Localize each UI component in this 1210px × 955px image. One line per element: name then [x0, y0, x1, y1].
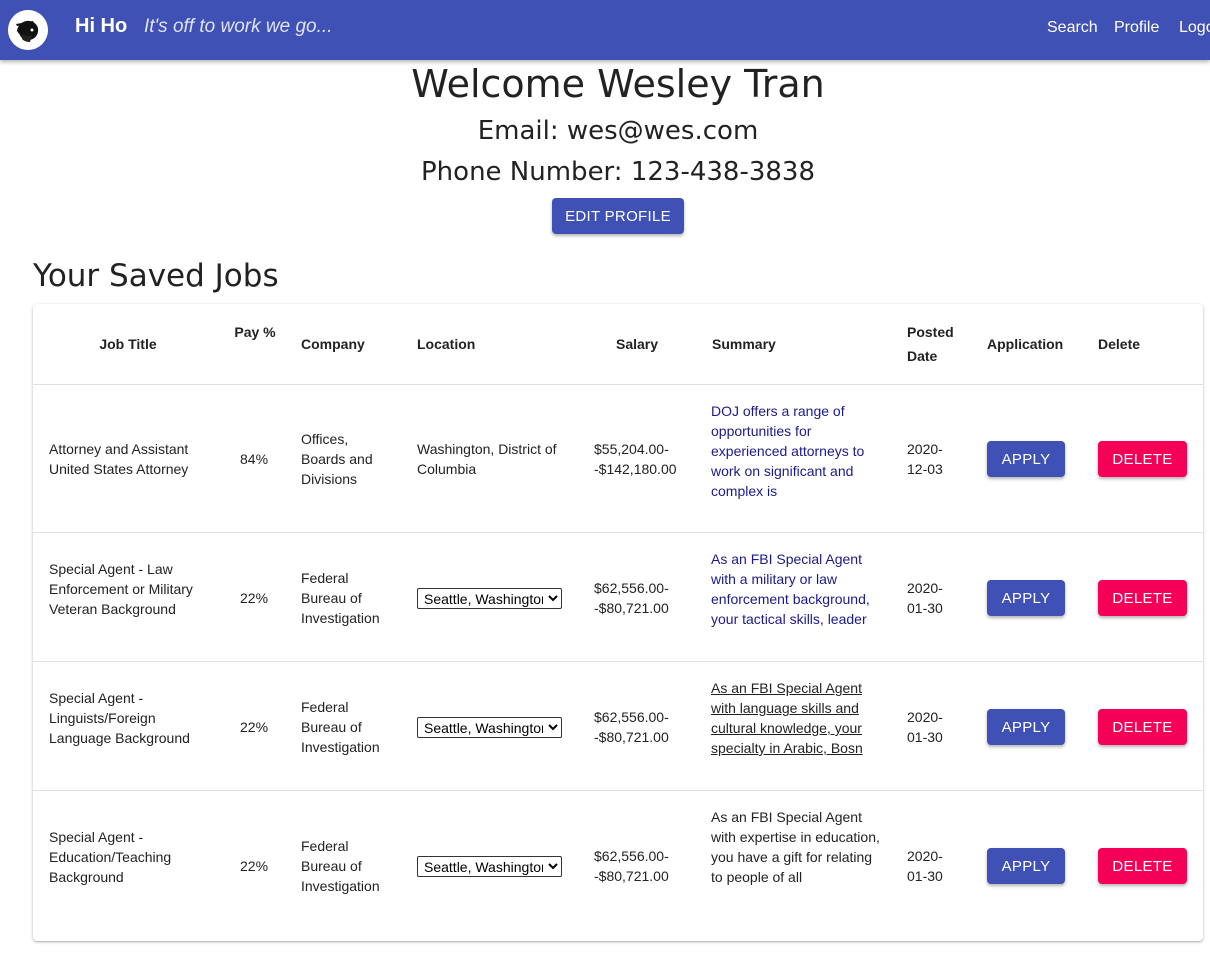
posted-date-cell: 2020-12-03	[907, 441, 943, 477]
header-posted-date: Posted Date	[907, 324, 954, 364]
salary-cell: $62,556.00--$80,721.00	[594, 580, 669, 616]
location-select[interactable]: Seattle, Washington	[417, 588, 562, 609]
location-select[interactable]: Seattle, Washington	[417, 856, 562, 877]
saved-jobs-title: Your Saved Jobs	[33, 258, 279, 294]
salary-cell: $62,556.00--$80,721.00	[594, 848, 669, 884]
table-header-row: Job Title Pay % Company Location Salary …	[33, 304, 1203, 385]
saved-jobs-table: Job Title Pay % Company Location Salary …	[33, 304, 1203, 941]
delete-button[interactable]: DELETE	[1098, 441, 1187, 477]
salary-cell: $55,204.00--$142,180.00	[594, 441, 677, 477]
header-delete: Delete	[1098, 336, 1141, 352]
header-pay: Pay %	[234, 324, 276, 340]
job-title-cell: Special Agent - Linguists/Foreign Langua…	[49, 690, 190, 746]
table-row: Attorney and Assistant United States Att…	[33, 385, 1203, 533]
profile-email: Email: wes@wes.com	[477, 116, 759, 146]
apply-button[interactable]: APPLY	[987, 848, 1065, 884]
location-select[interactable]: Seattle, Washington	[417, 717, 562, 738]
table-row: Special Agent - Law Enforcement or Milit…	[33, 533, 1203, 662]
tagline: It's off to work we go...	[144, 16, 333, 37]
table-row: Special Agent - Education/Teaching Backg…	[33, 791, 1203, 941]
dwarf-miner-logo-icon[interactable]	[8, 10, 48, 50]
pay-cell: 22%	[240, 590, 269, 606]
table-row: Special Agent - Linguists/Foreign Langua…	[33, 662, 1203, 791]
pay-cell: 22%	[240, 719, 269, 735]
delete-button[interactable]: DELETE	[1098, 848, 1187, 884]
location-cell: Washington, District of Columbia	[417, 441, 557, 477]
header-salary: Salary	[616, 336, 659, 352]
summary-link[interactable]: As an FBI Special Agent with language sk…	[711, 678, 886, 758]
job-title-cell: Special Agent - Law Enforcement or Milit…	[49, 561, 193, 617]
header-job-title: Job Title	[99, 336, 157, 352]
pay-cell: 84%	[240, 451, 269, 467]
header-company: Company	[301, 336, 365, 352]
pay-cell: 22%	[240, 858, 269, 874]
summary-link[interactable]: As an FBI Special Agent with a military …	[711, 549, 886, 629]
nav-profile-link[interactable]: Profile	[1114, 19, 1159, 37]
header-location: Location	[417, 336, 476, 352]
salary-cell: $62,556.00--$80,721.00	[594, 709, 669, 745]
job-title-cell: Attorney and Assistant United States Att…	[49, 441, 189, 477]
header-summary: Summary	[712, 336, 776, 352]
company-cell: Federal Bureau of Investigation	[301, 838, 380, 894]
company-cell: Federal Bureau of Investigation	[301, 699, 380, 755]
summary-cell: As an FBI Special Agent with expertise i…	[711, 809, 880, 885]
header-application: Application	[987, 336, 1064, 352]
edit-profile-button[interactable]: EDIT PROFILE	[552, 198, 684, 234]
apply-button[interactable]: APPLY	[987, 709, 1065, 745]
company-cell: Offices, Boards and Divisions	[301, 431, 373, 487]
brand-title[interactable]: Hi Ho	[75, 15, 127, 38]
job-title-cell: Special Agent - Education/Teaching Backg…	[49, 829, 172, 885]
nav-logout-link[interactable]: Logout	[1179, 19, 1210, 37]
apply-button[interactable]: APPLY	[987, 580, 1065, 616]
welcome-heading: Welcome Wesley Tran	[411, 62, 825, 106]
delete-button[interactable]: DELETE	[1098, 709, 1187, 745]
nav-search-link[interactable]: Search	[1047, 19, 1098, 37]
summary-link[interactable]: DOJ offers a range of opportunities for …	[711, 401, 881, 501]
posted-date-cell: 2020-01-30	[907, 580, 943, 616]
posted-date-cell: 2020-01-30	[907, 848, 943, 884]
apply-button[interactable]: APPLY	[987, 441, 1065, 477]
company-cell: Federal Bureau of Investigation	[301, 570, 380, 626]
app-bar: Hi Ho It's off to work we go... Search P…	[0, 0, 1210, 60]
posted-date-cell: 2020-01-30	[907, 709, 943, 745]
delete-button[interactable]: DELETE	[1098, 580, 1187, 616]
profile-phone: Phone Number: 123-438-3838	[421, 157, 815, 187]
